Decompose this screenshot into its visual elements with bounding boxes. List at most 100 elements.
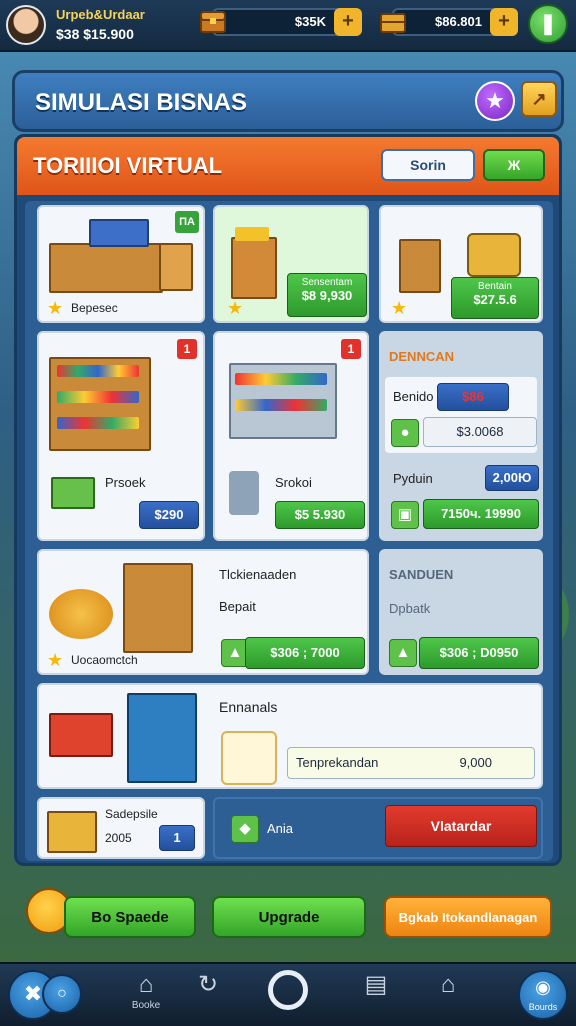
- bread-illustration: [49, 589, 113, 639]
- shop-card-bentain[interactable]: ★ Bentain $27.5.6: [379, 205, 543, 323]
- nav-right-button[interactable]: ◉ Bourds: [518, 970, 568, 1020]
- nav-refresh[interactable]: ↻: [178, 970, 238, 1020]
- gold-crate-icon: [380, 13, 406, 33]
- stats-button[interactable]: ↗: [521, 81, 557, 117]
- star-icon: ★: [227, 298, 244, 318]
- field-value: 9,000: [459, 755, 492, 770]
- card-price: $290: [139, 501, 199, 529]
- card-badge: 1: [159, 825, 195, 851]
- card-price: $27.5.6: [473, 292, 517, 307]
- coin-icon: ●: [391, 419, 419, 447]
- nav-center[interactable]: [258, 970, 318, 1020]
- shop-card-srokoi[interactable]: 1 Srokoi $5 5.930: [213, 331, 369, 541]
- card-label: Prsoek: [105, 475, 146, 490]
- location-icon: ◉: [535, 977, 551, 997]
- price-tag: Bentain $27.5.6: [451, 277, 539, 319]
- row-label: Pyduin: [393, 471, 433, 486]
- nav-right-label: Bourds: [528, 1002, 558, 1012]
- shop-card-tlckienaaden[interactable]: Tlckienaaden Bepait ★ Uocaomctch ▲ $306 …: [37, 549, 369, 675]
- resource-counter-1: $35K +: [200, 8, 362, 36]
- card-header: DENNCAN: [389, 349, 454, 364]
- card-price: $306 ; D0950: [419, 637, 539, 669]
- row-value: $86: [437, 383, 509, 411]
- card-header: SANDUEN: [389, 567, 454, 582]
- awning-illustration: [235, 227, 269, 241]
- nav-home-label: Booke: [131, 1000, 161, 1011]
- chart-icon: ↗: [531, 89, 547, 109]
- resource-2-value: $86.801: [435, 14, 482, 29]
- shop-card-bepesec[interactable]: ПА ★ Bepesec: [37, 205, 205, 323]
- card-label: Srokoi: [275, 475, 312, 490]
- store-header: TORIIIOI VIRTUAL Sorin Ж: [17, 137, 559, 195]
- action-button[interactable]: Vlatardar: [385, 805, 537, 847]
- bottom-nav: ✖ ○ ⌂ Booke ↻ ▤ ⌂ ◉ Bourds: [0, 962, 576, 1026]
- product-box-illustration: [51, 477, 95, 509]
- products-illustration: [235, 373, 327, 385]
- register-illustration: [49, 713, 113, 757]
- bakery-shelf-illustration: [123, 563, 193, 653]
- card-label: Uocaomctch: [71, 653, 138, 667]
- nav-profile-button[interactable]: ○: [42, 974, 82, 1014]
- card-label: Bentain: [478, 281, 512, 292]
- row-value: 7150ч. 19990: [423, 499, 539, 529]
- center-ring-icon: [268, 970, 308, 1010]
- search-icon: ○: [57, 985, 67, 1002]
- counter-illustration: [49, 243, 163, 293]
- row-value: $3.0068: [423, 417, 537, 447]
- shopper-illustration: [229, 471, 259, 515]
- row-label: Benido: [393, 389, 434, 404]
- card-price: $8 9,930: [301, 288, 353, 303]
- upgrade-button[interactable]: Upgrade: [212, 896, 366, 938]
- add-resource-1-button[interactable]: +: [334, 8, 362, 36]
- info-card-sanduen: SANDUEN Dpbatk ▲ $306 ; D0950: [379, 549, 543, 675]
- products-illustration: [235, 399, 327, 411]
- shop-card-sensentam[interactable]: ★ Sensentam $8 9,930: [213, 205, 369, 323]
- upgrade-icon: ▲: [389, 639, 417, 667]
- nav-home[interactable]: ⌂ Booke: [116, 970, 176, 1020]
- top-bar: Urpeb&Urdaar $38 $15.900 $35K + $86.801 …: [0, 0, 576, 52]
- shop-card-sadepsile[interactable]: Sadepsile 2005 1: [37, 797, 205, 859]
- menu-round-button[interactable]: ❚: [528, 4, 568, 44]
- pause-icon: ❚: [539, 13, 557, 35]
- secondary-action-button[interactable]: Bgkab Itokandlanagan: [384, 896, 552, 938]
- player-avatar[interactable]: [6, 5, 46, 45]
- game-title: SIMULASI BISNAS: [35, 89, 248, 116]
- store-grid: ПА ★ Bepesec ★ Sensentam $8 9,930 ★ Bent…: [25, 201, 553, 861]
- sort-button[interactable]: Sorin: [381, 149, 475, 181]
- box-illustration: [47, 811, 97, 853]
- card-label: Sadepsile: [105, 807, 158, 821]
- card-price: $5 5.930: [275, 501, 365, 529]
- field-label: Tenprekandan: [296, 755, 379, 770]
- card-badge: ПА: [175, 211, 199, 233]
- nav-inbox[interactable]: ▤: [346, 970, 406, 1020]
- star-icon: ★: [47, 650, 64, 670]
- nav-shop[interactable]: ⌂: [418, 970, 478, 1020]
- store-title: TORIIIOI VIRTUAL: [33, 153, 223, 178]
- filter-button[interactable]: Ж: [483, 149, 545, 181]
- products-illustration: [57, 365, 139, 377]
- star-icon: ★: [391, 298, 408, 318]
- shop-card-prsoek[interactable]: 1 Prsoek $290: [37, 331, 205, 541]
- store-panel: TORIIIOI VIRTUAL Sorin Ж ПА ★ Bepesec ★ …: [14, 134, 562, 866]
- box-icon: ▣: [391, 501, 419, 529]
- item-field[interactable]: Tenprekandan 9,000: [287, 747, 535, 779]
- card-subtitle: Bepait: [219, 599, 256, 614]
- crate-icon: [221, 731, 277, 785]
- resource-1-value: $35K: [294, 14, 326, 29]
- card-value: 2005: [105, 831, 132, 845]
- notification-badge: 1: [177, 339, 197, 359]
- card-subtitle: Dpbatk: [389, 601, 431, 616]
- card-label: Bepesec: [71, 301, 118, 315]
- primary-action-button[interactable]: Bo Spaede: [64, 896, 196, 938]
- cart-illustration: [467, 233, 521, 277]
- add-resource-2-button[interactable]: +: [490, 8, 518, 36]
- products-illustration: [57, 391, 139, 403]
- inbox-icon: ▤: [364, 971, 388, 998]
- card-title: Tlckienaaden: [219, 567, 297, 582]
- favorites-button[interactable]: ★: [475, 81, 515, 121]
- shop-card-ennanals[interactable]: Ennanals Tenprekandan 9,000: [37, 683, 543, 789]
- price-tag: Sensentam $8 9,930: [287, 273, 367, 317]
- refresh-icon: ↻: [197, 971, 219, 998]
- shelf-illustration: [159, 243, 193, 291]
- player-name: Urpeb&Urdaar: [56, 7, 145, 22]
